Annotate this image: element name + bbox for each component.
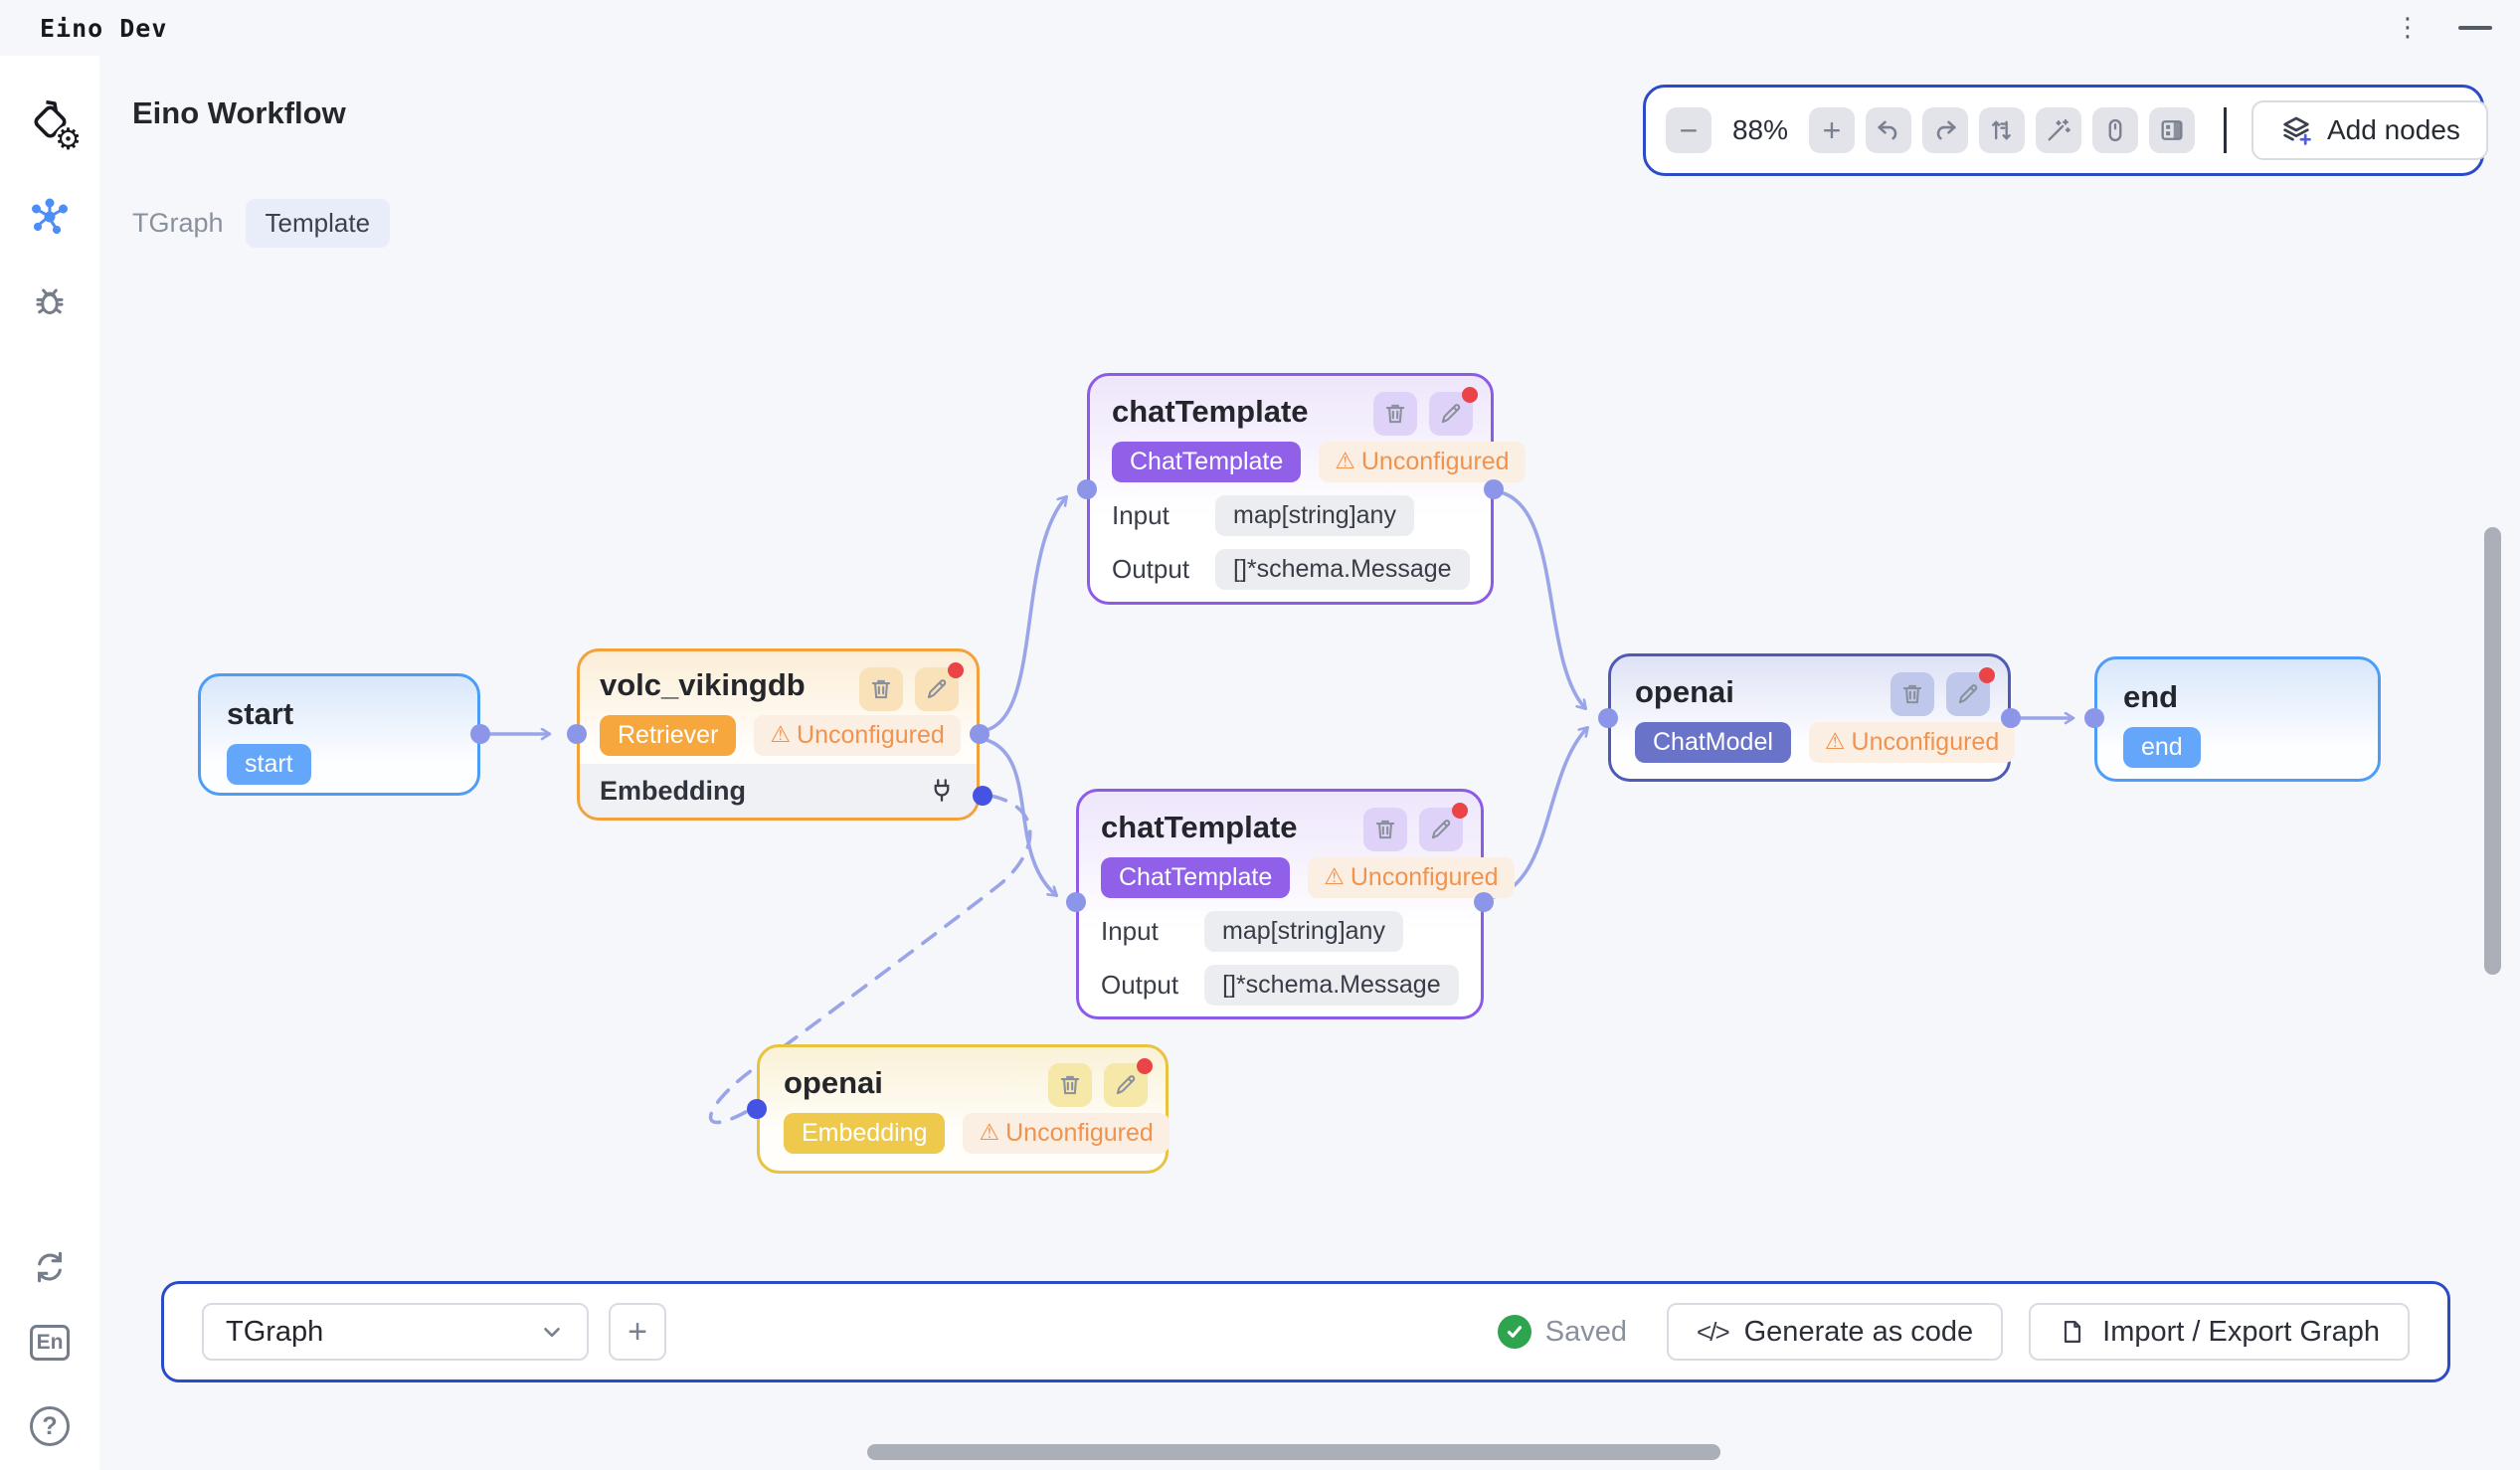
vertical-scrollbar[interactable] (2484, 527, 2501, 975)
warning-icon: ⚠ (770, 724, 791, 747)
graph-select[interactable]: TGraph (202, 1303, 589, 1361)
embedding-slot[interactable]: Embedding (580, 764, 977, 818)
node-openai-embedding[interactable]: openai Embedding ⚠Unconfigured (757, 1044, 1169, 1174)
input-type-chip: map[string]any (1215, 495, 1414, 536)
status-badge: ⚠Unconfigured (1319, 442, 1525, 482)
status-badge: ⚠Unconfigured (1308, 857, 1514, 898)
node-type-badge: ChatTemplate (1101, 857, 1290, 898)
delete-node-button[interactable] (1363, 808, 1407, 851)
sidebar-item-debug[interactable] (28, 279, 72, 323)
warning-icon: ⚠ (1825, 731, 1846, 754)
node-type-badge: ChatTemplate (1112, 442, 1301, 482)
breadcrumb-graph[interactable]: TGraph (132, 208, 224, 239)
delete-node-button[interactable] (1890, 672, 1934, 716)
node-end[interactable]: end end (2094, 656, 2381, 782)
notification-dot (1452, 803, 1468, 819)
input-type-chip: map[string]any (1204, 911, 1403, 952)
saved-label: Saved (1545, 1316, 1627, 1349)
input-label: Input (1112, 500, 1189, 531)
edit-node-button[interactable] (1104, 1063, 1148, 1107)
delete-node-button[interactable] (859, 667, 903, 711)
warning-icon: ⚠ (1324, 866, 1345, 889)
generate-as-code-button[interactable]: </> Generate as code (1667, 1303, 2003, 1361)
input-label: Input (1101, 916, 1178, 947)
edit-node-button[interactable] (1946, 672, 1990, 716)
zoom-out-button[interactable]: − (1666, 107, 1711, 153)
edit-node-button[interactable] (1429, 392, 1473, 436)
node-title: start (227, 696, 451, 732)
save-status: Saved (1498, 1315, 1627, 1349)
node-title: end (2123, 679, 2352, 715)
window-menu-icon[interactable]: ⋮ (2395, 15, 2421, 41)
horizontal-scrollbar[interactable] (867, 1444, 1720, 1460)
sidebar: ⚙ En ? (0, 56, 99, 1470)
output-label: Output (1112, 554, 1189, 585)
warning-icon: ⚠ (1335, 451, 1355, 473)
output-type-chip: []*schema.Message (1204, 965, 1459, 1006)
end-badge: end (2123, 727, 2201, 768)
page-title: Eino Workflow (132, 95, 346, 131)
status-badge: ⚠Unconfigured (963, 1113, 1169, 1154)
mouse-mode-button[interactable] (2092, 107, 2138, 153)
saved-check-icon (1498, 1315, 1531, 1349)
minimize-icon[interactable] (2458, 26, 2492, 30)
undo-button[interactable] (1866, 107, 1911, 153)
window-titlebar: Eino Dev ⋮ (0, 0, 2520, 56)
edit-node-button[interactable] (1419, 808, 1463, 851)
app-logo: ⚙ (22, 93, 78, 149)
node-openai-chatmodel[interactable]: openai ChatModel ⚠Unconfigured (1608, 653, 2011, 782)
refresh-icon[interactable] (28, 1245, 72, 1289)
start-badge: start (227, 744, 311, 785)
chevron-down-icon (539, 1319, 565, 1345)
toolbar-divider (2224, 107, 2227, 153)
node-start[interactable]: start start (198, 673, 480, 796)
import-export-button[interactable]: Import / Export Graph (2029, 1303, 2410, 1361)
node-type-badge: Embedding (784, 1113, 945, 1154)
help-icon[interactable]: ? (30, 1406, 70, 1446)
node-type-badge: ChatModel (1635, 722, 1791, 763)
warning-icon: ⚠ (979, 1122, 999, 1145)
node-type-badge: Retriever (600, 715, 736, 756)
status-badge: ⚠Unconfigured (1809, 722, 2015, 763)
add-graph-button[interactable]: + (609, 1303, 666, 1361)
auto-layout-button[interactable] (1979, 107, 2025, 153)
code-icon: </> (1697, 1317, 1728, 1348)
language-icon[interactable]: En (30, 1325, 70, 1361)
bottom-bar: TGraph + Saved </> Generate as code Impo… (161, 1281, 2450, 1382)
delete-node-button[interactable] (1048, 1063, 1092, 1107)
logo-gear-icon: ⚙ (55, 125, 82, 155)
magic-wand-button[interactable] (2036, 107, 2081, 153)
redo-button[interactable] (1922, 107, 1968, 153)
output-label: Output (1101, 970, 1178, 1001)
delete-node-button[interactable] (1373, 392, 1417, 436)
plug-icon (927, 776, 957, 806)
file-icon (2059, 1318, 2086, 1346)
edit-node-button[interactable] (915, 667, 959, 711)
notification-dot (948, 662, 964, 678)
minimap-button[interactable] (2149, 107, 2195, 153)
node-chattemplate-top[interactable]: chatTemplate ChatTemplate ⚠Unconfigured … (1087, 373, 1494, 605)
add-nodes-label: Add nodes (2327, 114, 2460, 146)
layers-plus-icon (2279, 113, 2313, 147)
zoom-in-button[interactable]: + (1809, 107, 1855, 153)
status-badge: ⚠Unconfigured (754, 715, 960, 756)
notification-dot (1137, 1058, 1153, 1074)
tab-template[interactable]: Template (246, 199, 391, 248)
canvas-toolbar: − 88% + (1643, 85, 2484, 176)
output-type-chip: []*schema.Message (1215, 549, 1470, 590)
graph-select-value: TGraph (226, 1316, 323, 1349)
sidebar-item-workflow[interactable] (28, 195, 72, 239)
node-volc-vikingdb[interactable]: volc_vikingdb Retriever ⚠Unconfigured Em… (577, 648, 980, 821)
notification-dot (1979, 667, 1995, 683)
node-chattemplate-bottom[interactable]: chatTemplate ChatTemplate ⚠Unconfigured … (1076, 789, 1484, 1019)
add-nodes-button[interactable]: Add nodes (2251, 100, 2488, 160)
notification-dot (1462, 387, 1478, 403)
zoom-level: 88% (1722, 114, 1798, 146)
app-title: Eino Dev (40, 14, 167, 43)
breadcrumb: TGraph Template (132, 199, 390, 248)
